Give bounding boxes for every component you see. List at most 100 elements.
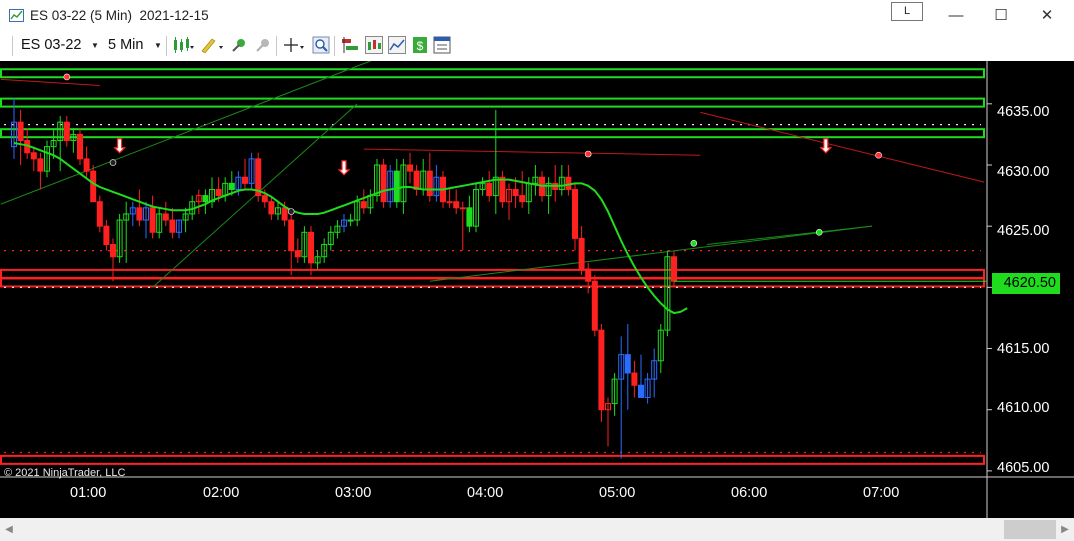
candle-body [77, 133, 83, 160]
price-chart[interactable] [0, 61, 1074, 518]
chart-toolbar: ES 03-22 ▼ 5 Min ▼ $ [0, 32, 1074, 59]
candle-body [598, 329, 605, 411]
pivot-dot [109, 159, 117, 166]
close-button[interactable]: ✕ [1024, 0, 1070, 32]
strategy-icon[interactable] [341, 36, 359, 54]
candle-body [103, 225, 110, 246]
toolbar-separator [166, 36, 167, 56]
link-button[interactable]: L [891, 2, 923, 21]
instrument-selector[interactable]: ES 03-22 [21, 37, 81, 53]
price-level-zone [0, 277, 985, 288]
candle-body [96, 201, 103, 227]
candle-body [110, 244, 116, 258]
x-tick-label: 02:00 [203, 485, 240, 501]
moving-average-line [13, 141, 688, 315]
maximize-button[interactable]: ☐ [978, 0, 1024, 32]
zoom-icon[interactable] [312, 36, 330, 54]
caret-down-icon[interactable]: ▼ [91, 41, 99, 50]
caret-down-icon[interactable]: ▼ [154, 41, 162, 50]
candle-body [360, 201, 367, 209]
candle-body [215, 188, 222, 197]
toolbar-separator [276, 36, 277, 56]
attach-icon[interactable] [230, 36, 248, 54]
pivot-dot [584, 150, 592, 158]
candle-body [242, 176, 248, 184]
chart-app-icon [9, 9, 24, 22]
detach-icon[interactable] [254, 36, 272, 54]
candle-body [393, 170, 400, 203]
interval-selector[interactable]: 5 Min [108, 37, 143, 53]
sell-signal-arrow [337, 160, 351, 176]
candle-body [578, 237, 585, 270]
candle-body [308, 231, 314, 264]
y-tick-label: 4635.00 [997, 104, 1050, 120]
candle-body [202, 195, 209, 203]
candle-body [466, 207, 473, 227]
candle-body [268, 201, 275, 215]
candle-body [486, 182, 493, 197]
trend-line [0, 78, 100, 86]
trend-line [429, 225, 873, 282]
candle-body [631, 372, 638, 386]
title-bar[interactable]: ES 03-22 (5 Min) 2021-12-15 L — ☐ ✕ [0, 0, 1074, 32]
price-level-zone [0, 128, 985, 139]
candle-body [572, 188, 578, 239]
pivot-dot [287, 208, 295, 215]
indicators-icon[interactable] [365, 36, 383, 54]
trend-line [363, 148, 701, 156]
horizontal-scrollbar[interactable]: ◀ ▶ [0, 518, 1074, 541]
candle-body [459, 207, 466, 210]
money-icon[interactable]: $ [411, 36, 429, 54]
y-tick-label: 4625.00 [997, 223, 1050, 239]
candle-body [30, 152, 37, 160]
copyright-text: © 2021 NinjaTrader, LLC [4, 467, 126, 479]
candle-body [162, 213, 169, 221]
minimize-button[interactable]: — [933, 0, 979, 32]
candle-body [149, 207, 156, 233]
candle-body [519, 195, 526, 203]
candle-body [288, 219, 295, 252]
candle-body [413, 170, 420, 190]
x-tick-label: 05:00 [599, 485, 636, 501]
candle-body [585, 268, 592, 282]
drawing-tool-icon[interactable] [200, 36, 224, 54]
candle-body [228, 182, 235, 190]
toolbar-separator [334, 36, 335, 56]
x-tick-label: 07:00 [863, 485, 900, 501]
candle-body [512, 188, 519, 197]
chart-trader-icon[interactable] [388, 36, 406, 54]
candle-body [591, 280, 598, 331]
y-tick-label: 4605.00 [997, 460, 1050, 476]
candle-body [638, 384, 644, 398]
candle-body [294, 250, 301, 258]
sell-signal-arrow [113, 138, 127, 154]
candle-body [17, 121, 24, 142]
crosshair-icon[interactable] [283, 36, 307, 54]
price-level-zone [0, 97, 985, 108]
last-price-marker: 4620.50 [992, 273, 1060, 294]
bar-type-icon[interactable] [172, 36, 194, 54]
pivot-dot [63, 73, 71, 81]
candle-body [136, 207, 143, 221]
candle-body [407, 164, 413, 172]
y-tick-label: 4615.00 [997, 341, 1050, 357]
candle-body [37, 158, 44, 172]
scrollbar-thumb[interactable] [1004, 520, 1056, 539]
properties-icon[interactable] [433, 36, 451, 54]
candle-body [453, 201, 460, 209]
trend-line [700, 111, 985, 183]
scroll-right-icon[interactable]: ▶ [1058, 522, 1072, 537]
scroll-left-icon[interactable]: ◀ [2, 522, 16, 537]
trend-line [706, 225, 873, 246]
toolbar-grip [12, 36, 13, 56]
pivot-dot [815, 228, 823, 236]
candle-body [281, 207, 288, 221]
sell-signal-arrow [819, 138, 833, 154]
candle-body [261, 195, 268, 203]
candle-body [169, 219, 176, 233]
x-tick-label: 01:00 [70, 485, 107, 501]
price-level-zone [0, 68, 985, 79]
candle-body [624, 354, 631, 374]
chart-panel[interactable]: © 2021 NinjaTrader, LLC 4635.00 4630.00 … [0, 61, 1074, 518]
candle-body [426, 170, 433, 197]
